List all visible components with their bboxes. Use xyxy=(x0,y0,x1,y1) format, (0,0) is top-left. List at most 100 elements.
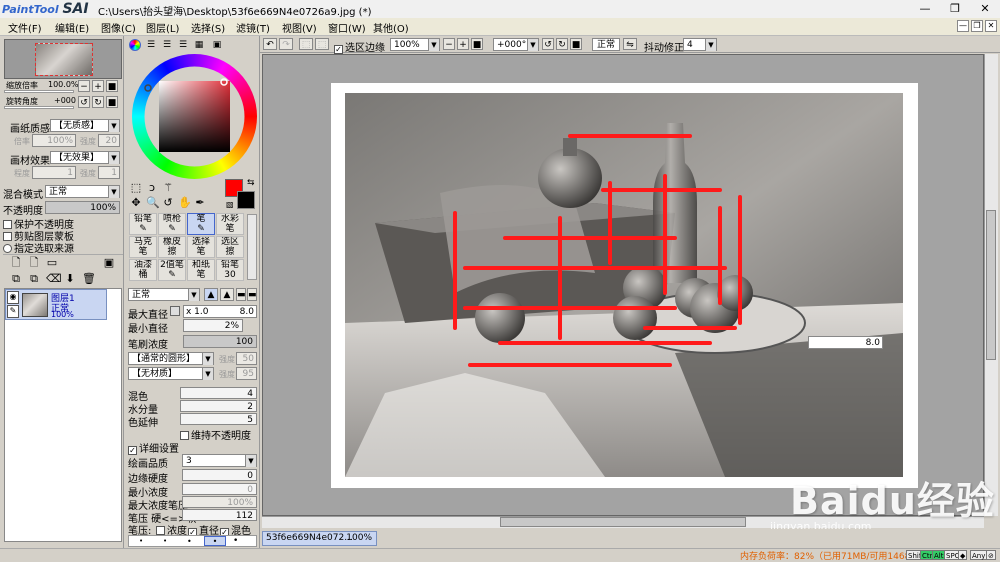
paper-strength-field[interactable]: 20 xyxy=(98,134,120,147)
color-wheel-tab-icon[interactable] xyxy=(129,39,141,51)
toolbar-zoom-in-button[interactable]: + xyxy=(457,38,469,50)
clear-layer-icon[interactable]: ⌫ xyxy=(46,273,62,285)
tool-1[interactable]: 喷枪 ✎ xyxy=(158,213,186,235)
rotate-reset-button[interactable]: ■ xyxy=(106,96,118,108)
background-color-swatch[interactable] xyxy=(237,191,255,209)
quality-dropdown[interactable]: 3 ▼ xyxy=(182,454,257,467)
texture-strength-field[interactable]: 95 xyxy=(236,367,257,380)
rotate-left-button[interactable]: ↺ xyxy=(78,96,90,108)
advanced-settings-checkbox[interactable]: ✓ 详细设置 xyxy=(128,440,179,455)
tool-5[interactable]: 橡皮擦✎ xyxy=(158,236,186,258)
brush-size-presets[interactable]: • • • • • xyxy=(128,535,257,547)
doc-minimize-button[interactable]: — xyxy=(957,20,969,32)
toolbar-rotate-right-button[interactable]: ↻ xyxy=(556,38,568,50)
layer-row[interactable]: ◉ ✎ 图层1 正常 100% xyxy=(5,289,107,320)
flip-view-button[interactable]: ⇋ xyxy=(623,38,637,50)
menu-view[interactable]: 视图(V) xyxy=(282,20,317,35)
persistence-slider[interactable]: 5 xyxy=(180,413,257,425)
rotate-icon[interactable]: ↺ xyxy=(162,197,174,209)
keep-opacity-checkbox[interactable]: 维持不透明度 xyxy=(180,427,251,442)
size-lock-icon[interactable] xyxy=(170,306,180,316)
effect-width-field[interactable]: 1 xyxy=(32,166,76,179)
stabilizer-dropdown[interactable]: 4 ▼ xyxy=(683,38,717,51)
still-life-drawing[interactable] xyxy=(345,93,903,477)
blend-slider[interactable]: 4 xyxy=(180,387,257,399)
menu-edit[interactable]: 编辑(E) xyxy=(55,20,89,35)
eyedropper-icon[interactable]: ✒ xyxy=(194,197,206,209)
angle-slider[interactable] xyxy=(4,106,74,109)
doc-close-button[interactable]: ✕ xyxy=(985,20,997,32)
merge-layer-icon[interactable]: ⬇ xyxy=(64,273,76,285)
scratchpad-tab-icon[interactable]: ▣ xyxy=(211,39,223,51)
navigator-preview[interactable] xyxy=(4,39,122,79)
selection-edge-checkbox[interactable]: ✓ 选区边缘 xyxy=(334,39,385,54)
menu-filter[interactable]: 滤镜(T) xyxy=(236,20,270,35)
toolbar-zoom-reset-button[interactable]: ■ xyxy=(471,38,483,50)
menu-file[interactable]: 文件(F) xyxy=(8,20,42,35)
density-slider[interactable]: 100 xyxy=(183,335,257,348)
brush-shape-tip-3[interactable]: ▬ xyxy=(236,288,246,301)
angle-dropdown[interactable]: +000° ▼ xyxy=(493,38,539,51)
menu-select[interactable]: 选择(S) xyxy=(191,20,225,35)
tool-8[interactable]: 油漆桶✎ xyxy=(129,259,157,281)
zoom-out-button[interactable]: − xyxy=(78,80,90,92)
menu-window[interactable]: 窗口(W) xyxy=(328,20,366,35)
hsv-slider-tab-icon[interactable]: ☰ xyxy=(161,39,173,51)
tool-11[interactable]: 铅笔30✎ xyxy=(216,259,244,281)
paper-texture-dropdown[interactable]: 【无质感】 ▼ xyxy=(50,119,120,132)
hand-icon[interactable]: ✋ xyxy=(178,197,192,209)
color-mixer-tab-icon[interactable]: ☰ xyxy=(177,39,189,51)
rect-select-icon[interactable]: ⬚ xyxy=(130,182,142,194)
effect-strength-field[interactable]: 1 xyxy=(98,166,120,179)
tool-grid-scrollbar[interactable] xyxy=(247,214,257,280)
document-tab[interactable]: 53f6e669N4e072... 100% xyxy=(262,531,377,546)
tool-3[interactable]: 水彩笔✎ xyxy=(216,213,244,235)
zoom-dropdown[interactable]: 100% ▼ xyxy=(390,38,440,51)
tool-4[interactable]: 马克笔✎ xyxy=(129,236,157,258)
selection-source-radio[interactable]: 指定选取来源 xyxy=(3,240,74,255)
toolbar-zoom-out-button[interactable]: − xyxy=(443,38,455,50)
layer-opacity-slider[interactable]: 100% xyxy=(45,201,120,214)
redo-button[interactable]: ↷ xyxy=(279,38,293,50)
merge-down-icon[interactable]: ⧉ xyxy=(28,273,40,285)
max-density-pressure-slider[interactable]: 100% xyxy=(182,496,257,508)
swatches-tab-icon[interactable]: ▦ xyxy=(193,39,205,51)
tool-7[interactable]: 选区擦✎ xyxy=(216,236,244,258)
brush-shape-tip-1[interactable]: ▲ xyxy=(204,288,218,301)
blend-mode-dropdown[interactable]: 正常 ▼ xyxy=(45,185,120,198)
brush-mode-dropdown[interactable]: 正常 ▼ xyxy=(128,288,200,301)
edge-hardness-slider[interactable]: 0 xyxy=(182,469,257,481)
pressure-hardness-slider[interactable]: 112 xyxy=(182,509,257,521)
deselect-button[interactable]: ⬚ xyxy=(299,38,313,50)
folder-icon[interactable]: ▭ xyxy=(46,257,58,269)
tool-0[interactable]: 铅笔 ✎ xyxy=(129,213,157,235)
horizontal-scrollbar-thumb[interactable] xyxy=(500,517,746,527)
close-button[interactable]: ✕ xyxy=(970,0,1000,18)
transparent-color-icon[interactable]: ▧ xyxy=(226,200,234,209)
brush-shape-tip-2[interactable]: ▲ xyxy=(220,288,234,301)
toolbar-rotate-reset-button[interactable]: ■ xyxy=(570,38,582,50)
magic-wand-icon[interactable]: ⚚ xyxy=(162,182,174,194)
toolbar-rotate-left-button[interactable]: ↺ xyxy=(542,38,554,50)
brush-shape-dropdown[interactable]: 【通常的圆形】 ▼ xyxy=(128,352,214,365)
brush-shape-tip-4[interactable]: ▬ xyxy=(247,288,257,301)
view-mode-button[interactable]: 正常 xyxy=(592,38,620,51)
zoom-in-button[interactable]: + xyxy=(92,80,104,92)
new-layer-icon[interactable]: 🗋 xyxy=(10,257,22,269)
vertical-scrollbar-thumb[interactable] xyxy=(986,210,996,360)
rgb-slider-tab-icon[interactable]: ☰ xyxy=(145,39,157,51)
menu-image[interactable]: 图像(C) xyxy=(101,20,136,35)
layer-mask-icon[interactable]: ▣ xyxy=(103,257,115,269)
shape-strength-field[interactable]: 50 xyxy=(236,352,257,365)
zoom-reset-button[interactable]: ■ xyxy=(106,80,118,92)
eye-icon[interactable]: ◉ xyxy=(7,291,19,304)
menu-other[interactable]: 其他(O) xyxy=(373,20,409,35)
tool-2[interactable]: 笔 ✎ xyxy=(187,213,215,235)
move-icon[interactable]: ✥ xyxy=(130,197,142,209)
max-size-field[interactable]: x 1.0 8.0 xyxy=(183,305,257,318)
min-size-slider[interactable]: 2% xyxy=(183,319,243,332)
paper-scale-field[interactable]: 100% xyxy=(32,134,76,147)
rotate-right-button[interactable]: ↻ xyxy=(92,96,104,108)
zoom-icon[interactable]: 🔍 xyxy=(146,197,160,209)
undo-button[interactable]: ↶ xyxy=(263,38,277,50)
